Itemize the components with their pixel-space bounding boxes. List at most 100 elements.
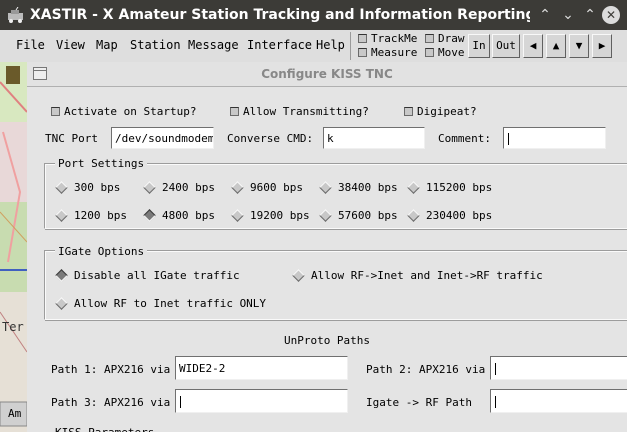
menu-interface[interactable]: Interface [247,38,312,52]
trackme-toggle[interactable]: TrackMe [358,32,417,45]
zoom-out-button[interactable]: Out [492,34,520,58]
rate-300-label: 300 bps [74,181,121,194]
converse-cmd-value: k [327,132,334,145]
pan-down-button[interactable]: ▼ [569,34,589,58]
rate-19200-radio[interactable]: 19200 bps [231,208,310,222]
rate-230400-label: 230400 bps [426,209,493,222]
igate-bidirectional-radio[interactable]: Allow RF->Inet and Inet->RF traffic [292,268,543,282]
radio-indicator[interactable] [55,296,68,310]
igate-bidirectional-label: Allow RF->Inet and Inet->RF traffic [311,269,543,282]
activate-startup-checkbox[interactable]: Activate on Startup? [51,105,196,118]
zoom-in-button[interactable]: In [468,34,490,58]
allow-transmitting-box[interactable] [230,106,239,116]
allow-transmitting-checkbox[interactable]: Allow Transmitting? [230,105,369,118]
path2-field[interactable] [490,356,627,380]
radio-indicator[interactable] [319,180,332,194]
tnc-port-field[interactable]: /dev/soundmodem [111,127,214,149]
path3-field[interactable] [175,389,348,413]
rate-9600-radio[interactable]: 9600 bps [231,180,303,194]
radio-indicator[interactable] [292,268,305,282]
arrow-down-icon: ▼ [575,39,583,52]
rate-2400-label: 2400 bps [162,181,215,194]
draw-toggle[interactable]: Draw [425,32,465,45]
rate-115200-label: 115200 bps [426,181,493,194]
activate-startup-box[interactable] [51,106,60,116]
pan-right-button[interactable]: ▶ [592,34,612,58]
igate-rf-path-label: Igate -> RF Path [366,396,472,409]
path3-label: Path 3: APX216 via [51,396,171,409]
dialog-titlebar[interactable]: Configure KISS TNC [27,62,627,87]
pan-left-button[interactable]: ◀ [523,34,543,58]
kiss-parameters-title-partial: KISS Parameters [55,427,154,432]
comment-field[interactable] [503,127,606,149]
text-cursor [180,396,181,408]
menu-message[interactable]: Message [188,38,239,52]
menu-station[interactable]: Station [130,38,181,52]
menu-file[interactable]: File [16,38,45,52]
move-toggle[interactable]: Move [425,46,465,59]
measure-checkbox[interactable] [358,47,367,57]
move-label: Move [438,46,465,59]
window-title: XASTIR - X Amateur Station Tracking and … [30,7,530,23]
radio-indicator-selected[interactable] [143,208,156,222]
comment-label: Comment: [438,132,491,145]
rate-230400-radio[interactable]: 230400 bps [407,208,493,222]
rate-38400-label: 38400 bps [338,181,398,194]
radio-indicator[interactable] [407,208,420,222]
radio-indicator-selected[interactable] [55,268,68,282]
radio-indicator[interactable] [143,180,156,194]
menu-help[interactable]: Help [316,38,345,52]
rate-300-radio[interactable]: 300 bps [55,180,121,194]
move-checkbox[interactable] [425,47,434,57]
radio-indicator[interactable] [407,180,420,194]
radio-indicator[interactable] [231,208,244,222]
igate-rf-path-field[interactable] [490,389,627,413]
igate-rf-to-inet-radio[interactable]: Allow RF to Inet traffic ONLY [55,296,267,310]
rate-1200-radio[interactable]: 1200 bps [55,208,127,222]
unproto-paths-title: UnProto Paths [283,334,371,347]
converse-cmd-label: Converse CMD: [227,132,314,145]
text-cursor [495,396,496,408]
radio-indicator[interactable] [231,180,244,194]
draw-checkbox[interactable] [425,33,434,43]
menu-view[interactable]: View [56,38,85,52]
igate-disable-radio[interactable]: Disable all IGate traffic [55,268,240,282]
igate-options-title: IGate Options [55,245,148,258]
radio-indicator[interactable] [55,208,68,222]
text-cursor [495,363,496,375]
menu-map[interactable]: Map [96,38,118,52]
window-titlebar[interactable]: XASTIR - X Amateur Station Tracking and … [0,0,627,30]
path1-field[interactable]: WIDE2-2 [175,356,348,380]
close-icon[interactable]: ✕ [602,6,620,24]
map-label-partial: Ter [2,320,24,334]
rate-4800-radio[interactable]: 4800 bps [143,208,215,222]
radio-indicator[interactable] [55,180,68,194]
digipeat-box[interactable] [404,106,413,116]
pan-up-button[interactable]: ▲ [546,34,566,58]
minimize-icon[interactable]: ⌄ [559,6,577,24]
measure-toggle[interactable]: Measure [358,46,417,59]
converse-cmd-field[interactable]: k [323,127,425,149]
arrow-right-icon: ▶ [598,39,606,52]
rate-57600-radio[interactable]: 57600 bps [319,208,398,222]
allow-transmitting-label: Allow Transmitting? [243,105,369,118]
map-button-partial[interactable]: Am [8,407,21,420]
activate-startup-label: Activate on Startup? [64,105,197,118]
menubar: File View Map Station Message Interface … [0,30,627,63]
igate-rf-to-inet-label: Allow RF to Inet traffic ONLY [74,297,267,310]
maximize-icon[interactable]: ⌃ [581,6,599,24]
tnc-port-label: TNC Port [45,132,98,145]
radio-indicator[interactable] [319,208,332,222]
rate-115200-radio[interactable]: 115200 bps [407,180,493,194]
menubar-separator [350,32,351,60]
trackme-checkbox[interactable] [358,33,367,43]
digipeat-checkbox[interactable]: Digipeat? [404,105,477,118]
map-view[interactable]: Ter Am [0,62,27,432]
digipeat-label: Digipeat? [417,105,477,118]
rate-19200-label: 19200 bps [250,209,310,222]
keep-above-icon[interactable]: ⌃ [536,6,554,24]
trackme-label: TrackMe [371,32,418,45]
rate-2400-radio[interactable]: 2400 bps [143,180,215,194]
rate-38400-radio[interactable]: 38400 bps [319,180,398,194]
dialog-title: Configure KISS TNC [261,67,393,81]
